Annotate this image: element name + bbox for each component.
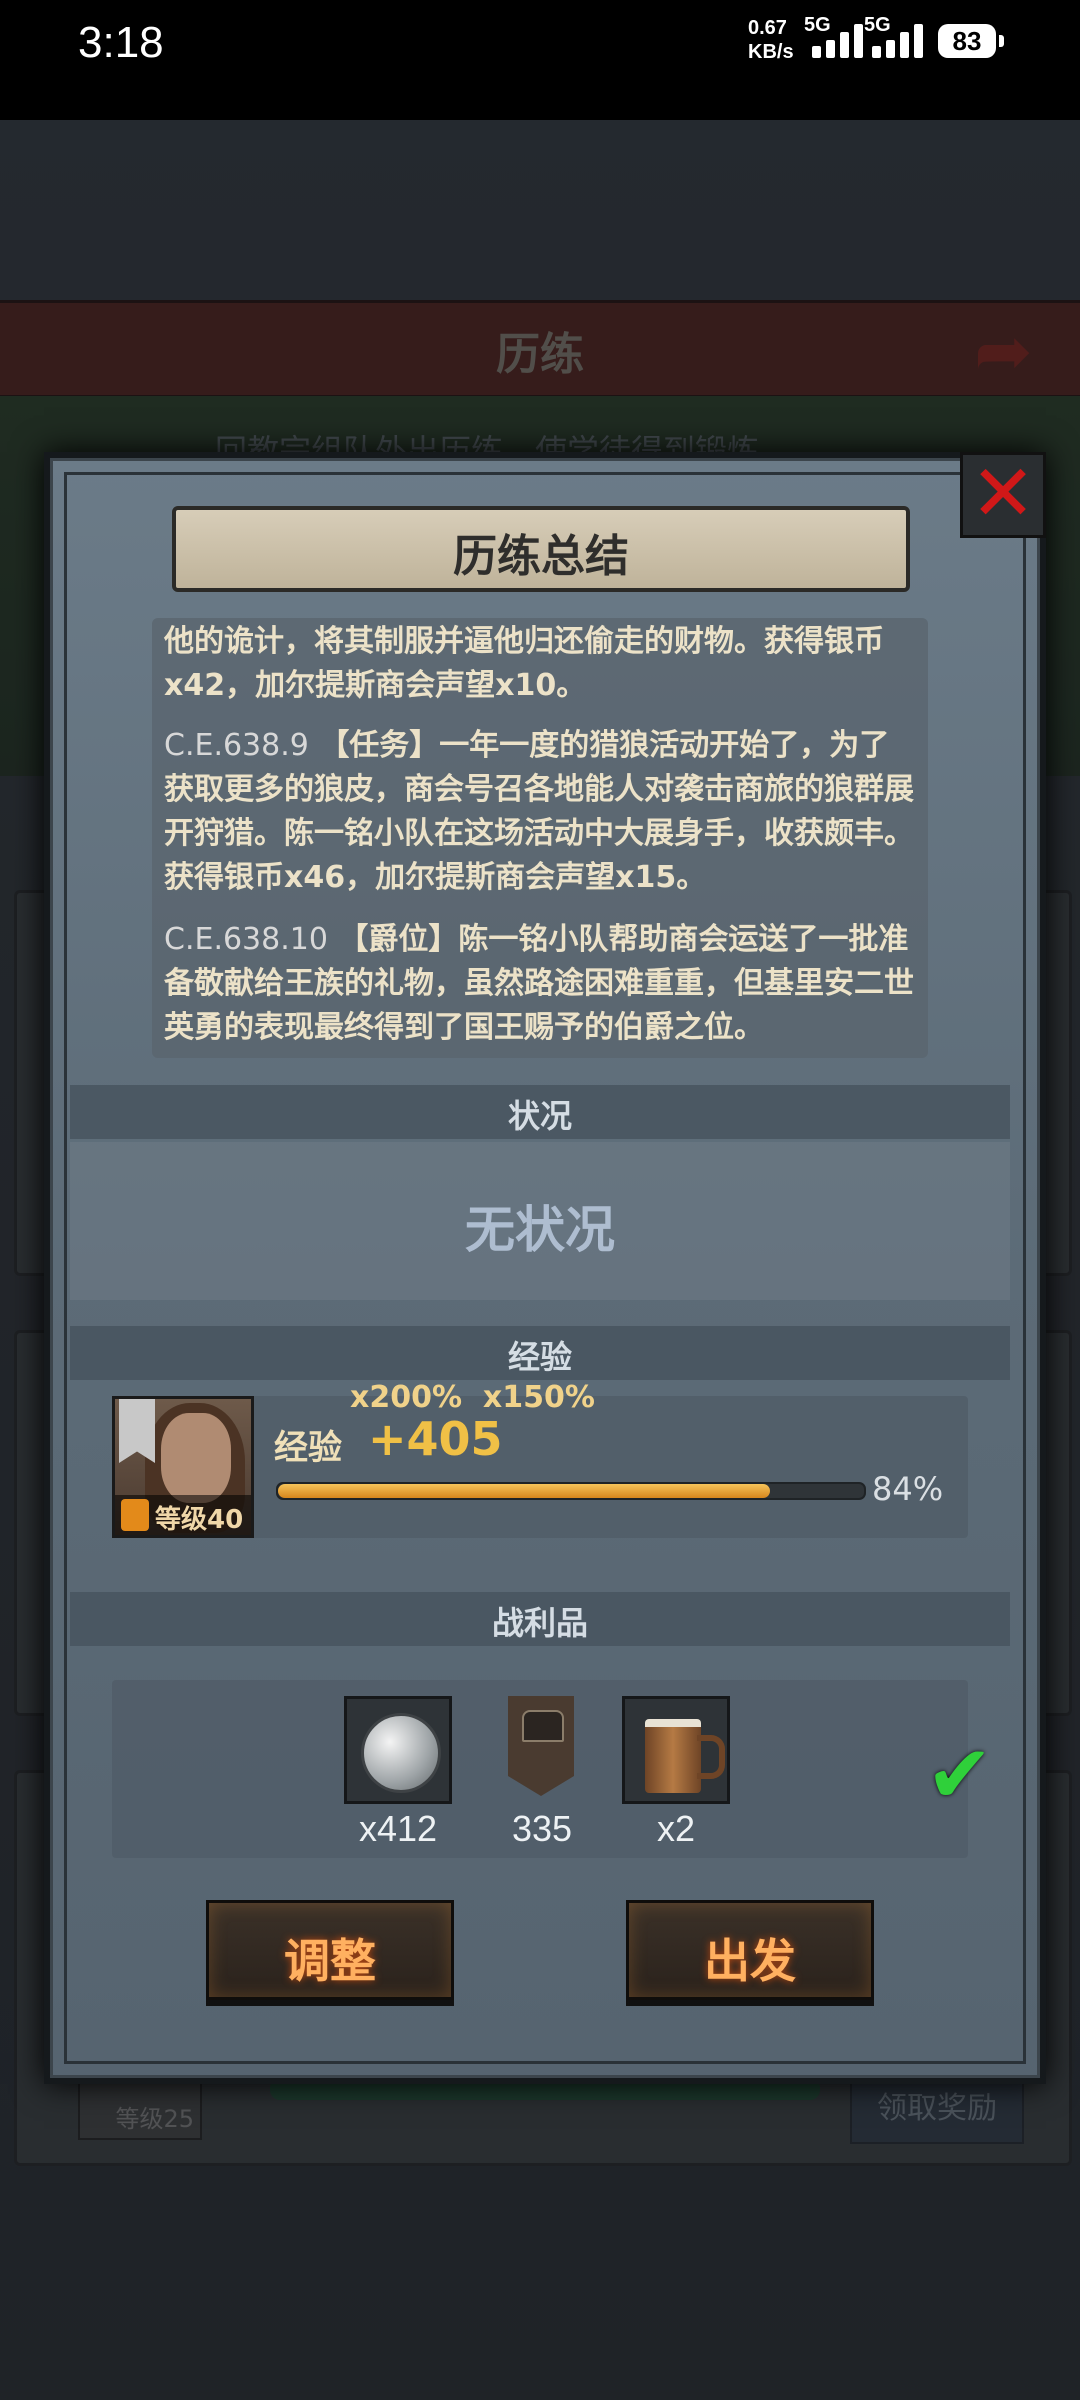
journey-log[interactable]: 他的诡计，将其制服并逼他归还偷走的财物。获得银币x42，加尔提斯商会声望x10。… (152, 618, 928, 1058)
silver-coin-icon (344, 1696, 452, 1804)
loot-count: x412 (358, 1808, 438, 1849)
log-entry: 他的诡计，将其制服并逼他归还偷走的财物。获得银币x42，加尔提斯商会声望x10。 (164, 624, 884, 703)
exp-progress-text: 84% (872, 1470, 944, 1508)
log-date: C.E.638.9 (164, 728, 309, 763)
check-icon: ✔ (926, 1728, 994, 1821)
exp-label: 经验 (274, 1428, 342, 1468)
exp-section-label: 经验 (507, 1338, 572, 1376)
clock: 3:18 (78, 18, 164, 67)
log-date: C.E.638.10 (164, 922, 328, 957)
depart-button[interactable]: 出发 (626, 1900, 874, 2000)
exp-multipliers: x200% x150% (350, 1380, 595, 1415)
close-x-icon: ✕ (970, 449, 1036, 539)
log-entry: C.E.638.9 【任务】一年一度的猎狼活动开始了，为了获取更多的狼皮，商会号… (164, 728, 914, 895)
exp-section-header: 经验 (70, 1326, 1010, 1380)
close-button[interactable]: ✕ (960, 449, 1046, 539)
log-entry: C.E.638.10 【爵位】陈一铭小队帮助商会运送了一批准备敬献给王族的礼物，… (164, 922, 914, 1045)
loot-section-label: 战利品 (491, 1604, 588, 1642)
network-speed: 0.67 KB/s (748, 17, 794, 63)
beer-mug-icon (622, 1696, 730, 1804)
exp-progress-bar (276, 1482, 866, 1500)
signal-2-icon (872, 24, 942, 58)
status-bar: 3:18 0.67 KB/s 5G 5G 83 (0, 0, 1080, 120)
hero-level: 等级40 (155, 1505, 244, 1535)
adjust-button[interactable]: 调整 (206, 1900, 454, 2000)
hero-portrait[interactable]: 等级40 (112, 1396, 254, 1538)
status-section-label: 状况 (507, 1097, 572, 1135)
banner-flag-icon (119, 1399, 155, 1463)
loot-count: 335 (511, 1808, 573, 1849)
status-section-header: 状况 (70, 1085, 1010, 1139)
exp-progress-fill (278, 1484, 771, 1498)
no-status-text: 无状况 (465, 1201, 615, 1259)
exp-gain: +405 (368, 1412, 503, 1466)
battery-icon: 83 (938, 24, 1004, 58)
status-area: 无状况 (70, 1142, 1010, 1300)
dialog-title-banner: 历练总结 (172, 506, 910, 592)
dialog-title: 历练总结 (453, 531, 629, 582)
loot-section-header: 战利品 (70, 1592, 1010, 1646)
shield-icon (121, 1499, 149, 1531)
loot-count: x2 (656, 1808, 696, 1849)
chest-banner-icon (488, 1696, 596, 1804)
